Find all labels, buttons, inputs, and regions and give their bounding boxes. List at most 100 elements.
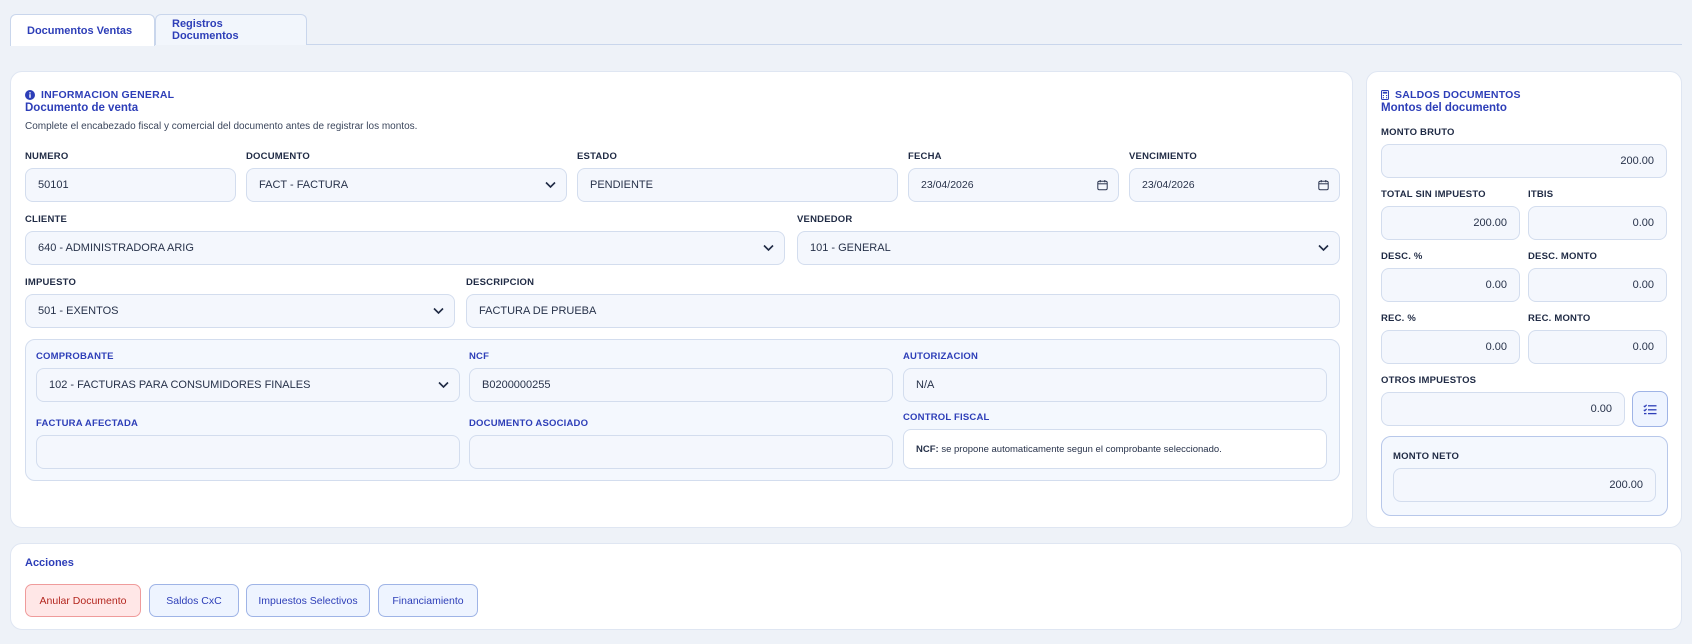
factura-afectada-field[interactable] xyxy=(36,435,460,469)
ncf-label: NCF xyxy=(469,351,490,362)
numero-field[interactable]: 50101 xyxy=(25,168,236,202)
general-info-card: INFORMACION GENERAL Documento de venta C… xyxy=(10,71,1353,528)
control-fiscal-label: CONTROL FISCAL xyxy=(903,412,990,423)
list-check-icon xyxy=(1643,403,1657,414)
calendar-icon[interactable] xyxy=(1318,180,1329,191)
impuesto-select[interactable]: 501 - EXENTOS xyxy=(25,294,455,328)
button-label: Impuestos Selectivos xyxy=(258,594,358,607)
saldos-cxc-button[interactable]: Saldos CxC xyxy=(149,584,239,617)
vendedor-select[interactable]: 101 - GENERAL xyxy=(797,231,1340,265)
control-fiscal-note-text: se propone automaticamente segun el comp… xyxy=(941,443,1222,455)
documento-select[interactable]: FACT - FACTURA xyxy=(246,168,567,202)
fiscal-box: COMPROBANTE 102 - FACTURAS PARA CONSUMID… xyxy=(25,339,1340,481)
rec-monto-value: 0.00 xyxy=(1632,341,1654,353)
info-icon xyxy=(25,90,35,100)
saldos-heading: SALDOS DOCUMENTOS xyxy=(1381,89,1521,101)
rec-pct-field[interactable]: 0.00 xyxy=(1381,330,1520,364)
calculator-icon xyxy=(1381,90,1389,100)
button-label: Financiamiento xyxy=(392,594,464,607)
otros-impuestos-field[interactable]: 0.00 xyxy=(1381,392,1625,426)
acciones-card: Acciones Anular Documento Saldos CxC Imp… xyxy=(10,543,1682,630)
chevron-down-icon xyxy=(545,181,556,189)
comprobante-value: 102 - FACTURAS PARA CONSUMIDORES FINALES xyxy=(49,379,311,391)
tab-registros-documentos[interactable]: Registros Documentos xyxy=(155,14,307,45)
documento-asociado-label: DOCUMENTO ASOCIADO xyxy=(469,418,589,429)
numero-value: 50101 xyxy=(38,179,69,191)
general-info-heading: INFORMACION GENERAL xyxy=(25,89,174,101)
comprobante-select[interactable]: 102 - FACTURAS PARA CONSUMIDORES FINALES xyxy=(36,368,460,402)
vencimiento-date-input[interactable]: 23/04/2026 xyxy=(1129,168,1340,202)
otros-impuestos-detail-button[interactable] xyxy=(1632,391,1668,427)
rec-monto-field[interactable]: 0.00 xyxy=(1528,330,1667,364)
fecha-value: 23/04/2026 xyxy=(921,179,974,191)
tab-documentos-ventas[interactable]: Documentos Ventas xyxy=(10,14,155,46)
tab-bar: Documentos Ventas Registros Documentos xyxy=(10,14,1682,46)
rec-pct-label: REC. % xyxy=(1381,313,1416,324)
financiamiento-button[interactable]: Financiamiento xyxy=(378,584,478,617)
chevron-down-icon xyxy=(433,307,444,315)
monto-neto-field[interactable]: 200.00 xyxy=(1393,468,1656,502)
monto-bruto-label: MONTO BRUTO xyxy=(1381,127,1455,138)
autorizacion-value: N/A xyxy=(916,379,935,391)
itbis-field[interactable]: 0.00 xyxy=(1528,206,1667,240)
control-fiscal-note-bold: NCF: xyxy=(916,443,939,455)
calendar-icon[interactable] xyxy=(1097,180,1108,191)
total-sin-impuesto-label: TOTAL SIN IMPUESTO xyxy=(1381,189,1486,200)
fecha-date-input[interactable]: 23/04/2026 xyxy=(908,168,1119,202)
descripcion-label: DESCRIPCION xyxy=(466,277,535,288)
autorizacion-label: AUTORIZACION xyxy=(903,351,979,362)
monto-neto-value: 200.00 xyxy=(1609,479,1643,491)
desc-pct-field[interactable]: 0.00 xyxy=(1381,268,1520,302)
autorizacion-field[interactable]: N/A xyxy=(903,368,1327,402)
comprobante-label: COMPROBANTE xyxy=(36,351,114,362)
section-description: Complete el encabezado fiscal y comercia… xyxy=(25,121,418,132)
numero-label: NUMERO xyxy=(25,151,69,162)
itbis-label: ITBIS xyxy=(1528,189,1554,200)
section-title: SALDOS DOCUMENTOS xyxy=(1395,89,1521,101)
estado-field[interactable]: PENDIENTE xyxy=(577,168,898,202)
button-label: Saldos CxC xyxy=(166,594,222,607)
factura-afectada-label: FACTURA AFECTADA xyxy=(36,418,139,429)
chevron-down-icon xyxy=(763,244,774,252)
documento-value: FACT - FACTURA xyxy=(259,179,349,191)
ncf-value: B0200000255 xyxy=(482,379,551,391)
rec-monto-label: REC. MONTO xyxy=(1528,313,1591,324)
section-subtitle: Documento de venta xyxy=(25,102,139,114)
total-sin-impuesto-field[interactable]: 200.00 xyxy=(1381,206,1520,240)
saldos-card: SALDOS DOCUMENTOS Montos del documento M… xyxy=(1366,71,1682,528)
vendedor-value: 101 - GENERAL xyxy=(810,242,891,254)
estado-value: PENDIENTE xyxy=(590,179,653,191)
anular-documento-button[interactable]: Anular Documento xyxy=(25,584,141,617)
monto-neto-label: MONTO NETO xyxy=(1393,451,1460,462)
rec-pct-value: 0.00 xyxy=(1485,341,1507,353)
desc-pct-label: DESC. % xyxy=(1381,251,1423,262)
documento-label: DOCUMENTO xyxy=(246,151,310,162)
vendedor-label: VENDEDOR xyxy=(797,214,853,225)
vencimiento-value: 23/04/2026 xyxy=(1142,179,1195,191)
chevron-down-icon xyxy=(1318,244,1329,252)
button-label: Anular Documento xyxy=(39,594,127,607)
monto-bruto-value: 200.00 xyxy=(1620,155,1654,167)
chevron-down-icon xyxy=(438,381,449,389)
desc-pct-value: 0.00 xyxy=(1485,279,1507,291)
desc-monto-field[interactable]: 0.00 xyxy=(1528,268,1667,302)
control-fiscal-note: NCF: se propone automaticamente segun el… xyxy=(903,429,1327,469)
otros-impuestos-value: 0.00 xyxy=(1590,403,1612,415)
estado-label: ESTADO xyxy=(577,151,618,162)
vencimiento-label: VENCIMIENTO xyxy=(1129,151,1198,162)
total-sin-impuesto-value: 200.00 xyxy=(1473,217,1507,229)
otros-impuestos-label: OTROS IMPUESTOS xyxy=(1381,375,1477,386)
desc-monto-label: DESC. MONTO xyxy=(1528,251,1598,262)
descripcion-field[interactable]: FACTURA DE PRUEBA xyxy=(466,294,1340,328)
monto-bruto-field[interactable]: 200.00 xyxy=(1381,144,1667,178)
acciones-title: Acciones xyxy=(25,557,74,569)
cliente-label: CLIENTE xyxy=(25,214,68,225)
ncf-field[interactable]: B0200000255 xyxy=(469,368,893,402)
impuestos-selectivos-button[interactable]: Impuestos Selectivos xyxy=(246,584,370,617)
tab-label: Documentos Ventas xyxy=(27,24,133,37)
control-fiscal-text: NCF: se propone automaticamente segun el… xyxy=(916,444,1222,455)
desc-monto-value: 0.00 xyxy=(1632,279,1654,291)
cliente-select[interactable]: 640 - ADMINISTRADORA ARIG xyxy=(25,231,785,265)
fecha-label: FECHA xyxy=(908,151,942,162)
documento-asociado-field[interactable] xyxy=(469,435,893,469)
